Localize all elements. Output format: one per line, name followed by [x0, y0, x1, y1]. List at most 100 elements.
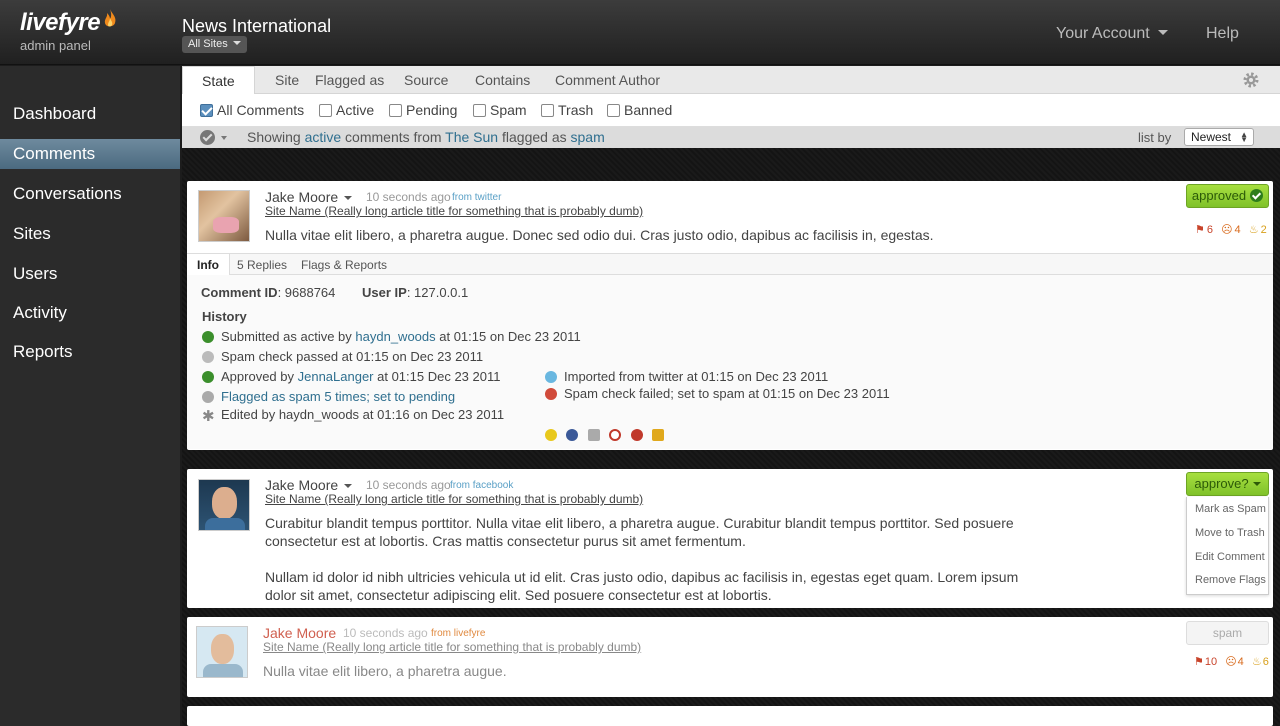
history-imported: Imported from twitter at 01:15 on Dec 23… [545, 369, 828, 384]
checkbox-spam[interactable]: Spam [473, 102, 527, 118]
checkbox-banned[interactable]: Banned [607, 102, 672, 118]
user-ip: User IP: 127.0.0.1 [362, 285, 468, 300]
spam-icon: ♨ [1251, 656, 1262, 668]
sidebar-item-users[interactable]: Users [0, 259, 180, 289]
sort-select[interactable]: Newest ▲ ▼ [1184, 128, 1254, 146]
comment-card [187, 706, 1273, 726]
shirt-shape [203, 664, 243, 677]
tab-contains[interactable]: Contains [475, 72, 530, 88]
checkbox-box[interactable] [389, 104, 402, 117]
article-link[interactable]: Site Name (Really long article title for… [265, 492, 643, 506]
check-circle-icon [1250, 189, 1264, 202]
tab-replies[interactable]: 5 Replies [237, 258, 287, 272]
top-bar: livefyre admin panel News International … [0, 0, 1280, 65]
menu-item-remove-flags[interactable]: Remove Flags [1195, 574, 1266, 586]
help-link[interactable]: Help [1206, 25, 1239, 43]
menu-item-mark-spam[interactable]: Mark as Spam [1195, 503, 1266, 515]
flag-icon: ⚑ [1195, 224, 1205, 236]
comment-author[interactable]: Jake Moore [265, 477, 353, 493]
tab-flagged-as[interactable]: Flagged as [315, 72, 384, 88]
target-icon [630, 428, 643, 441]
tab-state[interactable]: State [182, 66, 255, 95]
comment-detail-tabs: Info 5 Replies Flags & Reports [187, 253, 1273, 275]
asterisk-icon: ✱ [202, 408, 215, 425]
flag-count-red: 6 [1206, 224, 1213, 236]
comment-source: from livefyre [431, 628, 486, 639]
menu-item-move-trash[interactable]: Move to Trash [1195, 527, 1265, 539]
status-bar: Showing active comments from The Sun fla… [182, 127, 1280, 148]
checkbox-box[interactable] [607, 104, 620, 117]
history-spam-fail: Spam check failed; set to spam at 01:15 … [545, 386, 890, 401]
comment-id-label: Comment ID [201, 285, 278, 300]
sidebar-item-activity[interactable]: Activity [0, 298, 180, 328]
tab-comment-author[interactable]: Comment Author [555, 72, 660, 88]
ban-icon [609, 428, 622, 441]
summary-site[interactable]: The Sun [445, 129, 498, 145]
comment-time: 10 seconds ago [343, 626, 428, 640]
checkbox-box[interactable] [200, 104, 213, 117]
spam-badge[interactable]: spam [1186, 621, 1269, 645]
sidebar-item-reports[interactable]: Reports [0, 337, 180, 367]
user-ip-value: : 127.0.0.1 [406, 285, 469, 300]
tab-site[interactable]: Site [275, 72, 299, 88]
sidebar-item-conversations[interactable]: Conversations [0, 179, 180, 209]
checkbox-pending[interactable]: Pending [389, 102, 457, 118]
checkbox-box[interactable] [473, 104, 486, 117]
list-by-label: list by [1138, 130, 1172, 145]
spam-icon: ♨ [1248, 224, 1259, 236]
comment-card: Jake Moore 10 seconds ago from livefyre … [187, 617, 1273, 697]
comment-body: Nullam id dolor id nibh ultricies vehicu… [265, 569, 1019, 603]
bulk-select-icon[interactable] [200, 130, 215, 145]
comment-author[interactable]: Jake Moore [265, 189, 353, 205]
livefyre-logo[interactable]: livefyre admin panel [20, 9, 117, 53]
shirt-shape [205, 518, 245, 530]
gear-icon[interactable] [1242, 71, 1260, 89]
user-ip-label: User IP [362, 285, 407, 300]
comment-author[interactable]: Jake Moore [263, 625, 336, 641]
comment-id: Comment ID: 9688764 [201, 285, 335, 300]
history-text: Spam check failed; set to spam at 01:15 … [564, 386, 890, 401]
tab-info[interactable]: Info [187, 254, 230, 275]
sidebar-item-comments[interactable]: Comments [0, 139, 180, 169]
article-link[interactable]: Site Name (Really long article title for… [265, 204, 643, 218]
user-link[interactable]: JennaLanger [298, 369, 374, 384]
sidebar-item-dashboard[interactable]: Dashboard [0, 99, 180, 129]
history-approved: Approved by JennaLanger at 01:15 Dec 23 … [202, 369, 500, 384]
chevron-down-icon[interactable] [221, 136, 227, 140]
checkbox-active[interactable]: Active [319, 102, 374, 118]
history-text: Spam check passed at 01:15 on Dec 23 201… [221, 349, 484, 364]
comment-card: Jake Moore 10 seconds ago from facebook … [187, 469, 1273, 608]
user-link[interactable]: haydn_woods [355, 329, 435, 344]
summary-state[interactable]: active [305, 129, 342, 145]
checkbox-label: Active [336, 102, 375, 118]
sites-dropdown[interactable]: All Sites [182, 36, 247, 53]
author-name: Jake Moore [265, 189, 339, 205]
filter-bar: State Site Flagged as Source Contains Co… [182, 66, 1280, 148]
checkbox-all-comments[interactable]: All Comments [200, 102, 304, 118]
trash-icon [587, 428, 600, 441]
approved-badge[interactable]: approved [1186, 184, 1269, 208]
summary-flag[interactable]: spam [571, 129, 605, 145]
face-shape [211, 634, 234, 664]
checkbox-trash[interactable]: Trash [541, 102, 593, 118]
tab-source[interactable]: Source [404, 72, 448, 88]
sidebar-item-sites[interactable]: Sites [0, 219, 180, 249]
tab-flags-reports[interactable]: Flags & Reports [301, 258, 387, 272]
history-text: Imported from twitter at 01:15 on Dec 23… [564, 369, 829, 384]
note-icon [652, 428, 665, 441]
chevron-down-icon [1252, 482, 1261, 486]
comment-card: Jake Moore 10 seconds ago from twitter S… [187, 181, 1273, 450]
flame-icon [104, 9, 116, 27]
history-title: History [202, 309, 247, 324]
history-text: at 01:15 Dec 23 2011 [373, 369, 501, 384]
article-link[interactable]: Site Name (Really long article title for… [263, 640, 641, 654]
comment-source: from facebook [450, 480, 514, 491]
account-menu[interactable]: Your Account [1056, 25, 1168, 43]
flagged-link[interactable]: Flagged as spam 5 times; set to pending [221, 389, 455, 404]
face-shape [212, 487, 237, 519]
menu-item-edit-comment[interactable]: Edit Comment [1195, 551, 1265, 563]
approve-button[interactable]: approve? [1186, 472, 1269, 496]
checkbox-box[interactable] [319, 104, 332, 117]
checkbox-label: Banned [624, 102, 673, 118]
checkbox-box[interactable] [541, 104, 554, 117]
